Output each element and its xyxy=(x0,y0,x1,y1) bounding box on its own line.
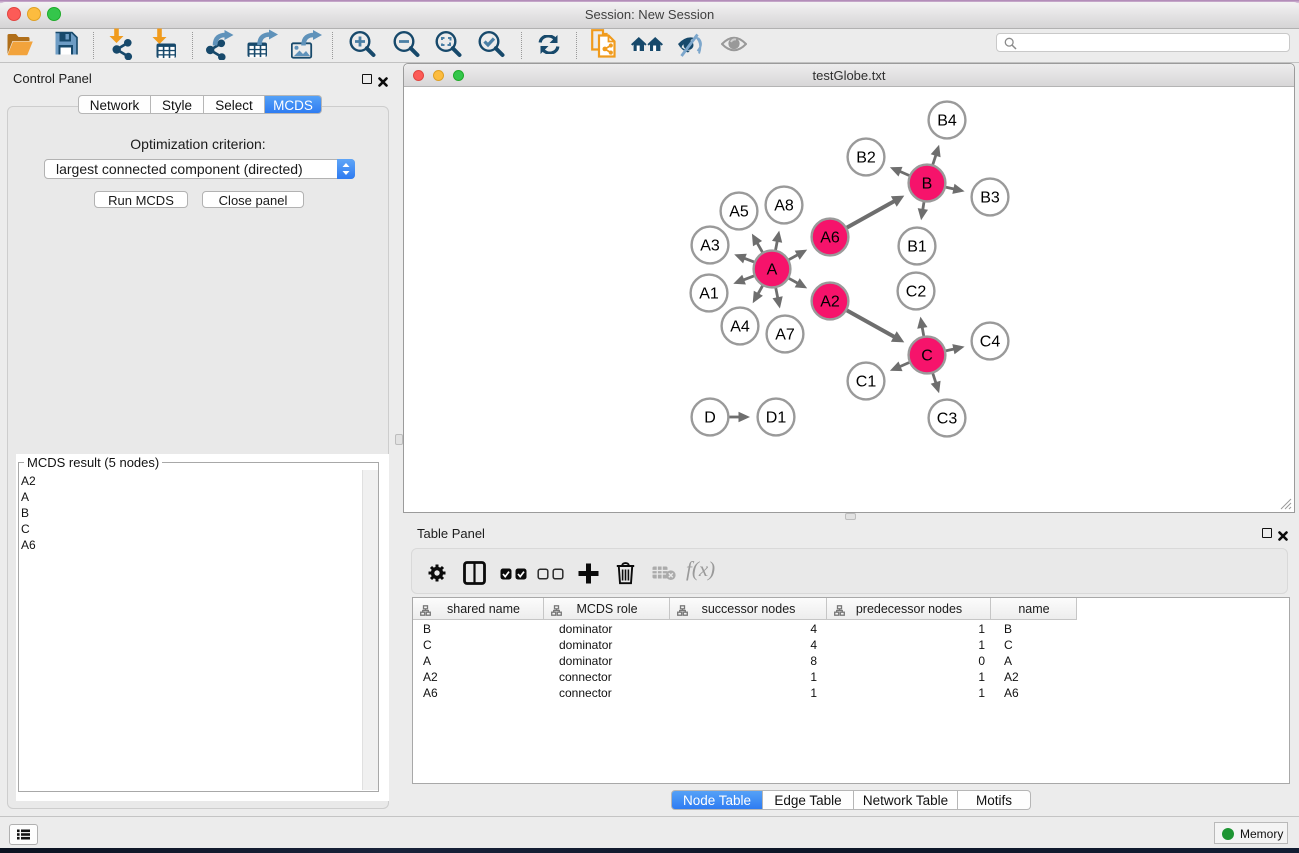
svg-text:B2: B2 xyxy=(856,150,876,167)
svg-text:A6: A6 xyxy=(820,230,840,247)
svg-text:A5: A5 xyxy=(729,204,749,221)
svg-text:C: C xyxy=(921,348,933,365)
svg-text:A8: A8 xyxy=(774,198,794,215)
svg-text:A4: A4 xyxy=(730,319,750,336)
svg-text:C1: C1 xyxy=(856,374,877,391)
svg-text:D1: D1 xyxy=(766,410,787,427)
svg-text:B: B xyxy=(922,176,933,193)
svg-text:D: D xyxy=(704,410,716,427)
svg-text:B1: B1 xyxy=(907,239,927,256)
svg-text:A7: A7 xyxy=(775,327,795,344)
svg-text:A3: A3 xyxy=(700,238,720,255)
svg-text:C3: C3 xyxy=(937,411,958,428)
svg-text:C4: C4 xyxy=(980,334,1001,351)
svg-text:A2: A2 xyxy=(820,294,840,311)
svg-text:B3: B3 xyxy=(980,190,1000,207)
svg-text:B4: B4 xyxy=(937,113,957,130)
svg-text:A: A xyxy=(767,262,778,279)
svg-text:A1: A1 xyxy=(699,286,719,303)
svg-text:C2: C2 xyxy=(906,284,927,301)
